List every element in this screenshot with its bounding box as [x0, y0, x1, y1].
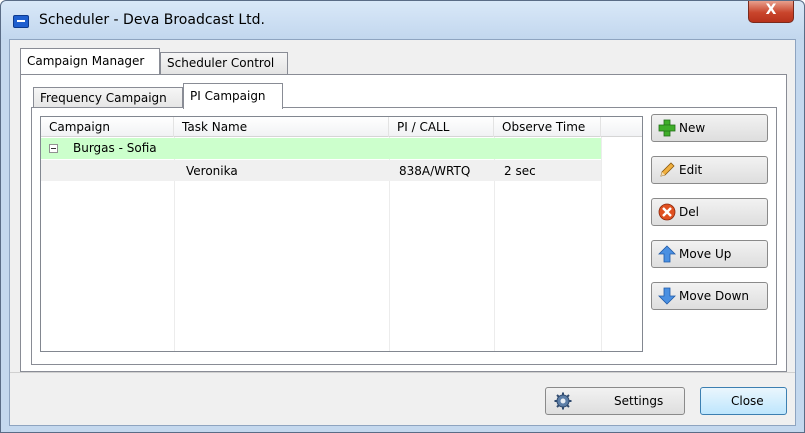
- arrow-down-icon: [658, 287, 676, 305]
- group-row-burgas-sofia[interactable]: Burgas - Sofia: [41, 138, 601, 159]
- new-button[interactable]: New: [651, 114, 768, 142]
- edit-button[interactable]: Edit: [651, 156, 768, 184]
- move-up-button[interactable]: Move Up: [651, 240, 768, 268]
- delete-button[interactable]: Del: [651, 198, 768, 226]
- close-button-label: Close: [731, 394, 764, 408]
- campaign-list[interactable]: Campaign Task Name PI / CALL Observe Tim…: [40, 116, 643, 352]
- tab-frequency-campaign[interactable]: Frequency Campaign: [33, 87, 183, 109]
- cell-pi-call: 838A/WRTQ: [399, 164, 471, 178]
- title-bar[interactable]: Scheduler - Deva Broadcast Ltd. X: [1, 1, 804, 39]
- window-title: Scheduler - Deva Broadcast Ltd.: [39, 12, 265, 28]
- group-label: Burgas - Sofia: [73, 141, 157, 155]
- tab-scheduler-control[interactable]: Scheduler Control: [160, 52, 288, 74]
- close-icon: X: [765, 2, 777, 18]
- tab-pi-campaign[interactable]: PI Campaign: [183, 83, 283, 109]
- pencil-icon: [660, 162, 675, 177]
- campaign-manager-panel: Frequency Campaign PI Campaign Campaign …: [20, 74, 787, 372]
- settings-button-label: Settings: [614, 394, 664, 408]
- column-header-observe-time[interactable]: Observe Time: [494, 117, 601, 137]
- gear-icon: [554, 392, 572, 410]
- scheduler-window: Scheduler - Deva Broadcast Ltd. X Campai…: [0, 0, 805, 433]
- cell-task-name: Veronika: [186, 164, 238, 178]
- plus-icon: [658, 119, 676, 137]
- move-up-button-label: Move Up: [679, 247, 732, 261]
- delete-button-label: Del: [679, 205, 699, 219]
- cell-observe-time: 2 sec: [504, 164, 536, 178]
- list-header: Campaign Task Name PI / CALL Observe Tim…: [41, 117, 642, 137]
- dialog-footer: Settings Close: [10, 372, 795, 425]
- client-area: Campaign Manager Scheduler Control Frequ…: [9, 39, 796, 426]
- collapse-expander-icon[interactable]: [49, 144, 58, 153]
- delete-x-icon: [658, 203, 676, 221]
- column-header-campaign[interactable]: Campaign: [41, 117, 174, 137]
- close-button[interactable]: Close: [700, 387, 787, 415]
- move-down-button-label: Move Down: [679, 289, 749, 303]
- window-close-button[interactable]: X: [748, 1, 794, 23]
- column-divider: [601, 137, 602, 351]
- arrow-up-icon: [658, 245, 676, 263]
- table-row[interactable]: Veronika 838A/WRTQ 2 sec: [41, 160, 601, 181]
- new-button-label: New: [679, 121, 706, 135]
- column-header-pi-call[interactable]: PI / CALL: [389, 117, 494, 137]
- column-header-task-name[interactable]: Task Name: [174, 117, 389, 137]
- pi-campaign-panel: Campaign Task Name PI / CALL Observe Tim…: [31, 107, 777, 365]
- tab-campaign-manager[interactable]: Campaign Manager: [20, 48, 160, 74]
- move-down-button[interactable]: Move Down: [651, 282, 768, 310]
- edit-button-label: Edit: [679, 163, 703, 177]
- app-window-icon: [13, 15, 29, 28]
- settings-button[interactable]: Settings: [545, 387, 685, 415]
